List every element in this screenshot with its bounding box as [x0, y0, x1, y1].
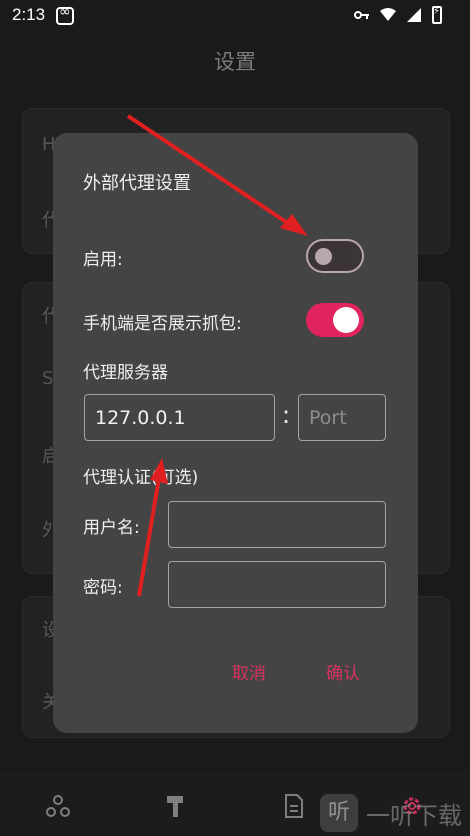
arrow-to-toggle	[126, 114, 294, 228]
watermark: 听 一听下载	[320, 794, 462, 832]
arrow-to-host	[137, 477, 161, 597]
annotation-arrows	[126, 114, 308, 597]
watermark-logo: 听	[320, 794, 358, 832]
arrowhead-host	[150, 458, 168, 484]
arrowhead-toggle	[280, 214, 308, 236]
watermark-text: 一听下载	[366, 801, 462, 830]
